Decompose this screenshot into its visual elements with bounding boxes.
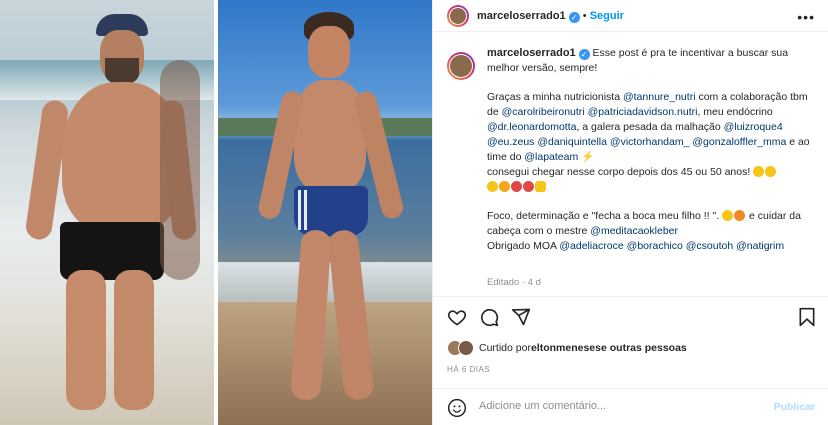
caption-text-part: , a galera pesada da malhação	[576, 121, 724, 133]
wink-emoji	[499, 181, 510, 192]
caption-text: marceloserrado1 ✓ Esse post é pra te inc…	[487, 46, 817, 254]
post-timestamp[interactable]: HÁ 6 DIAS	[447, 365, 490, 374]
liked-others-link[interactable]: e outras pessoas	[601, 342, 687, 354]
liker-avatar	[458, 340, 474, 356]
bookmark-icon[interactable]	[797, 307, 817, 327]
before-photo	[0, 0, 214, 425]
mention-link[interactable]: @lapateam	[524, 151, 578, 163]
caption-text-part: Obrigado MOA	[487, 240, 560, 252]
mention-link[interactable]: @patriciadavidson.nutri	[588, 106, 698, 118]
caption-avatar[interactable]	[447, 52, 475, 80]
verified-icon: ✓	[568, 12, 580, 23]
target-emoji	[511, 181, 522, 192]
thinking-emoji	[487, 181, 498, 192]
emoji-icon[interactable]	[447, 398, 467, 418]
after-photo	[218, 0, 432, 425]
publish-button[interactable]: Publicar	[774, 401, 815, 413]
comment-icon[interactable]	[479, 307, 499, 327]
more-options-icon[interactable]: •••	[797, 9, 815, 25]
mention-link[interactable]: @gonzaloffler_mma	[692, 136, 786, 148]
mention-link[interactable]: @borachico	[627, 240, 683, 252]
liked-prefix: Curtido por	[479, 342, 531, 354]
mention-link[interactable]: @natigrim	[736, 240, 784, 252]
comment-bar: Publicar	[433, 388, 828, 425]
thumbs-up-emoji	[535, 181, 546, 192]
mention-link[interactable]: @luizroque4	[724, 121, 783, 133]
post-header: marceloserrado1 ✓ • Seguir •••	[433, 0, 828, 32]
mention-link[interactable]: @daniquintella	[537, 136, 607, 148]
mention-link[interactable]: @dr.leonardomotta	[487, 121, 576, 133]
mention-link[interactable]: @carolribeironutri	[502, 106, 585, 118]
mention-link[interactable]: @meditacaokleber	[590, 225, 678, 237]
target-emoji	[523, 181, 534, 192]
grin-emoji	[722, 210, 734, 221]
thinking-emoji	[753, 166, 765, 177]
post-media[interactable]	[0, 0, 432, 425]
post-panel: marceloserrado1 ✓ • Seguir ••• marcelose…	[432, 0, 828, 425]
header-username[interactable]: marceloserrado1	[477, 10, 566, 22]
mention-link[interactable]: @csoutoh	[686, 240, 733, 252]
share-icon[interactable]	[511, 307, 531, 327]
thinking-emoji	[765, 166, 777, 177]
verified-icon: ✓	[578, 49, 590, 60]
liked-by: Curtido por eltonmeneses e outras pessoa…	[447, 339, 687, 357]
tongue-emoji	[734, 210, 746, 221]
edited-label: Editado · 4 d	[487, 277, 541, 288]
caption: marceloserrado1 ✓ Esse post é pra te inc…	[433, 46, 828, 296]
action-bar	[433, 296, 828, 336]
lightning-emoji: ⚡	[581, 151, 595, 163]
mention-link[interactable]: @eu.zeus	[487, 136, 534, 148]
mention-link[interactable]: @adeliacroce	[559, 240, 623, 252]
comment-input[interactable]	[479, 400, 759, 412]
heart-icon[interactable]	[447, 307, 467, 327]
liked-user-link[interactable]: eltonmeneses	[531, 342, 601, 354]
avatar[interactable]	[447, 5, 469, 27]
caption-text-part: consegui chegar nesse corpo depois dos 4…	[487, 166, 751, 178]
caption-text-part: , meu endócrino	[697, 106, 773, 118]
follow-button[interactable]: Seguir	[590, 10, 624, 22]
caption-username[interactable]: marceloserrado1	[487, 47, 576, 59]
caption-text-part: Graças a minha nutricionista	[487, 91, 623, 103]
caption-text-part: Foco, determinação e "fecha a boca meu f…	[487, 210, 720, 222]
mention-link[interactable]: @tannure_nutri	[623, 91, 696, 103]
mention-link[interactable]: @victorhandam_	[610, 136, 690, 148]
